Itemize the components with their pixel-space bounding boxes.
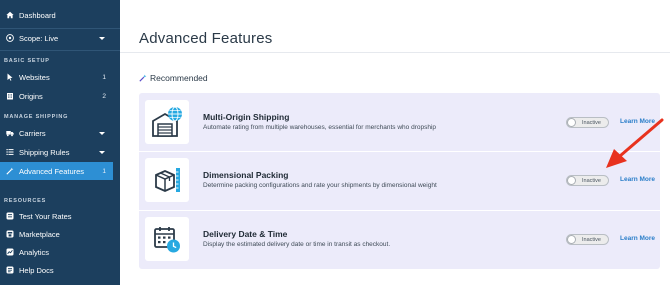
calendar-clock-icon — [145, 217, 189, 261]
feature-row-multi-origin: Multi-Origin Shipping Automate rating fr… — [139, 93, 660, 151]
sidebar-item-test-rates[interactable]: Test Your Rates — [0, 207, 120, 225]
toggle-knob — [567, 118, 576, 127]
feature-toggle[interactable]: Inactive — [566, 175, 609, 186]
chart-icon — [6, 248, 14, 256]
sidebar-item-label: Analytics — [19, 247, 50, 257]
chevron-down-icon — [99, 36, 105, 40]
feature-row-delivery-date: Delivery Date & Time Display the estimat… — [139, 211, 660, 269]
count-badge: 1 — [102, 167, 106, 175]
sidebar-item-label: Help Docs — [19, 265, 54, 275]
features-panel: Multi-Origin Shipping Automate rating fr… — [139, 93, 660, 269]
rates-icon — [6, 212, 14, 220]
scope-selector[interactable]: Scope: Live — [0, 29, 120, 47]
sidebar-item-label: Shipping Rules — [19, 147, 70, 157]
feature-toggle[interactable]: Inactive — [566, 234, 609, 245]
sidebar-item-label: Advanced Features — [19, 166, 85, 176]
warehouse-globe-icon — [145, 100, 189, 144]
toggle-status: Inactive — [582, 177, 601, 184]
feature-description: Automate rating from multiple warehouses… — [203, 124, 437, 131]
globe-icon — [6, 34, 14, 42]
divider — [0, 50, 120, 51]
home-icon — [6, 11, 14, 19]
divider — [120, 52, 670, 53]
toggle-status: Inactive — [582, 236, 601, 243]
sidebar-item-websites[interactable]: Websites 1 — [0, 68, 120, 86]
sidebar-item-label: Marketplace — [19, 229, 60, 239]
learn-more-link[interactable]: Learn More — [620, 235, 655, 242]
annotation-arrow-icon — [606, 118, 664, 168]
sidebar-item-origins[interactable]: Origins 2 — [0, 87, 120, 105]
magic-wand-icon — [6, 167, 14, 175]
sidebar-item-advanced-features[interactable]: Advanced Features 1 — [0, 162, 113, 180]
feature-title: Dimensional Packing — [203, 170, 289, 180]
section-heading-manage-shipping: MANAGE SHIPPING — [4, 114, 69, 120]
sidebar-item-label: Websites — [19, 72, 50, 82]
sidebar-item-label: Dashboard — [19, 10, 56, 20]
store-icon — [6, 230, 14, 238]
feature-description: Determine packing configurations and rat… — [203, 182, 437, 189]
sidebar-item-shipping-rules[interactable]: Shipping Rules — [0, 143, 120, 161]
chevron-down-icon — [99, 131, 105, 135]
sidebar-item-marketplace[interactable]: Marketplace — [0, 225, 120, 243]
learn-more-link[interactable]: Learn More — [620, 176, 655, 183]
feature-title: Delivery Date & Time — [203, 229, 288, 239]
scope-label: Scope: Live — [19, 33, 59, 43]
sidebar-item-label: Test Your Rates — [19, 211, 72, 221]
building-icon — [6, 92, 14, 100]
sidebar-item-dashboard[interactable]: Dashboard — [0, 6, 120, 24]
truck-icon — [6, 129, 14, 137]
page-title: Advanced Features — [139, 30, 273, 47]
list-icon — [6, 148, 14, 156]
sidebar-item-analytics[interactable]: Analytics — [0, 243, 120, 261]
sidebar-item-carriers[interactable]: Carriers — [0, 124, 120, 142]
section-heading-recommended: Recommended — [139, 72, 208, 84]
toggle-knob — [567, 235, 576, 244]
docs-icon — [6, 266, 14, 274]
sidebar-item-label: Carriers — [19, 128, 46, 138]
sidebar: Dashboard Scope: Live BASIC SETUP Websit… — [0, 0, 120, 285]
sidebar-item-label: Origins — [19, 91, 43, 101]
feature-row-dimensional-packing: Dimensional Packing Determine packing co… — [139, 152, 660, 210]
count-badge: 2 — [102, 92, 106, 100]
feature-title: Multi-Origin Shipping — [203, 112, 290, 122]
feature-description: Display the estimated delivery date or t… — [203, 241, 391, 248]
cursor-icon — [6, 73, 14, 81]
section-heading-resources: RESOURCES — [4, 198, 47, 204]
magic-wand-icon — [139, 74, 147, 82]
section-heading-label: Recommended — [150, 73, 208, 83]
chevron-down-icon — [99, 150, 105, 154]
box-ruler-icon — [145, 158, 189, 202]
sidebar-item-help-docs[interactable]: Help Docs — [0, 261, 120, 279]
toggle-knob — [567, 176, 576, 185]
section-heading-basic-setup: BASIC SETUP — [4, 58, 50, 64]
count-badge: 1 — [102, 73, 106, 81]
